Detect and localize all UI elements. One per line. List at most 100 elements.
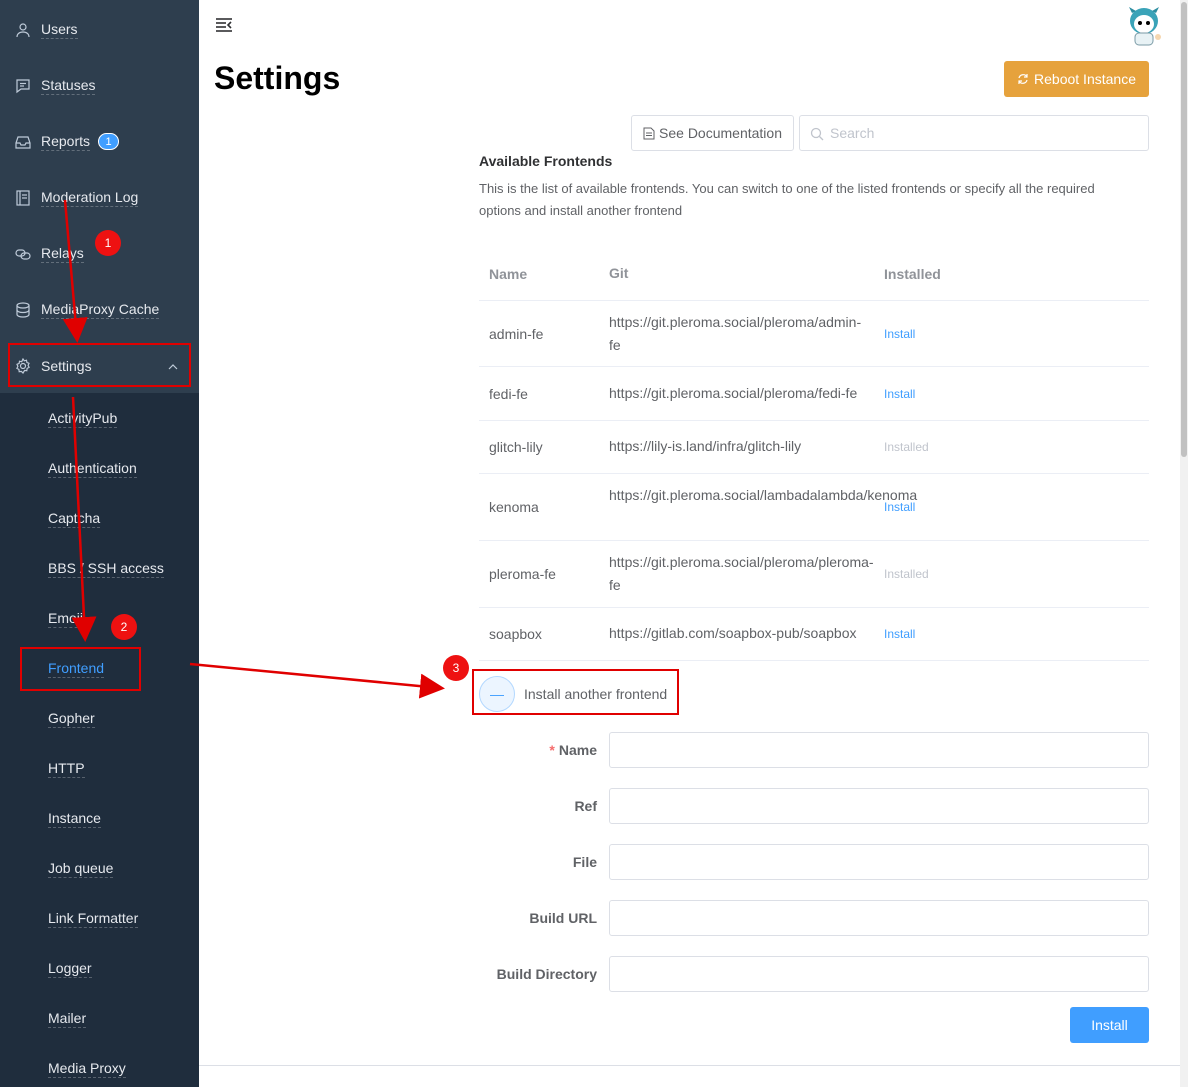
install-another-frontend-label[interactable]: Install another frontend (524, 686, 667, 702)
sidebar-item-settings[interactable]: Settings (0, 338, 199, 394)
install-link[interactable]: Install (884, 327, 915, 341)
submenu-item-label: Instance (48, 810, 101, 828)
name-input[interactable] (609, 732, 1149, 768)
sidebar-item-label: Moderation Log (41, 189, 139, 207)
column-header-name: Name (489, 266, 528, 282)
frontend-git: https://git.pleroma.social/pleroma/admin… (609, 314, 862, 353)
sidebar-item-statuses[interactable]: Statuses (0, 58, 199, 114)
file-input[interactable] (609, 844, 1149, 880)
install-link[interactable]: Install (884, 627, 915, 641)
see-documentation-button[interactable]: See Documentation (631, 115, 794, 151)
gear-icon (15, 358, 31, 374)
submenu-item-bbs-ssh[interactable]: BBS / SSH access (0, 544, 199, 594)
sidebar-item-mediaproxy-cache[interactable]: MediaProxy Cache (0, 282, 199, 338)
column-header-installed: Installed (884, 266, 941, 282)
submenu-item-label: Frontend (48, 660, 105, 678)
database-icon (15, 302, 31, 318)
submenu-item-link-formatter[interactable]: Link Formatter (0, 894, 199, 944)
name-field-label: * Name (549, 742, 597, 758)
search-field[interactable] (799, 115, 1149, 151)
inbox-icon (15, 134, 31, 150)
sidebar-item-label: Settings (41, 357, 92, 374)
install-button[interactable]: Install (1070, 1007, 1149, 1043)
submenu-item-captcha[interactable]: Captcha (0, 494, 199, 544)
sidebar-item-users[interactable]: Users (0, 2, 199, 58)
minus-icon: — (490, 686, 504, 702)
submenu-item-job-queue[interactable]: Job queue (0, 844, 199, 894)
sidebar-item-label: Statuses (41, 77, 96, 95)
build-url-input[interactable] (609, 900, 1149, 936)
menu-fold-icon[interactable] (215, 17, 233, 33)
refresh-icon (1018, 74, 1028, 84)
submenu-item-label: Captcha (48, 510, 101, 528)
submenu-item-label: Link Formatter (48, 910, 139, 928)
frontend-name: glitch-lily (489, 439, 543, 455)
page-title: Settings (214, 60, 341, 96)
reboot-instance-label: Reboot Instance (1034, 71, 1136, 87)
table-row: admin-fe https://git.pleroma.social/pler… (479, 301, 1149, 367)
frontend-git: https://git.pleroma.social/lambadalambda… (609, 487, 918, 503)
install-link[interactable]: Install (884, 500, 915, 514)
submenu-item-label: Logger (48, 960, 92, 978)
build-directory-input[interactable] (609, 956, 1149, 992)
notebook-icon (15, 190, 31, 206)
connection-icon (15, 246, 31, 262)
frontend-name: admin-fe (489, 326, 544, 342)
submenu-item-label: Media Proxy (48, 1060, 126, 1078)
build-directory-field-label: Build Directory (496, 966, 597, 982)
submenu-item-label: Emoji (48, 610, 84, 628)
see-documentation-label: See Documentation (659, 125, 782, 141)
submenu-item-instance[interactable]: Instance (0, 794, 199, 844)
installed-status: Installed (884, 567, 929, 581)
divider (199, 1065, 1180, 1066)
section-description: This is the list of available frontends.… (479, 181, 1095, 218)
submenu-item-gopher[interactable]: Gopher (0, 694, 199, 744)
submenu-item-http[interactable]: HTTP (0, 744, 199, 794)
table-row: fedi-fe https://git.pleroma.social/plero… (479, 367, 1149, 421)
submenu-item-label: Gopher (48, 710, 95, 728)
submenu-item-logger[interactable]: Logger (0, 944, 199, 994)
submenu-item-label: Authentication (48, 460, 137, 478)
submenu-item-activitypub[interactable]: ActivityPub (0, 394, 199, 444)
column-header-git: Git (609, 265, 629, 281)
avatar[interactable] (1122, 5, 1166, 49)
submenu-item-label: Job queue (48, 860, 114, 878)
sidebar-item-label: Reports (41, 133, 91, 151)
sidebar-item-label: Relays (41, 245, 84, 263)
submenu-item-authentication[interactable]: Authentication (0, 444, 199, 494)
frontend-name: fedi-fe (489, 386, 528, 402)
frontend-git: https://git.pleroma.social/pleroma/plero… (609, 554, 874, 593)
scrollbar-thumb[interactable] (1181, 2, 1187, 457)
submenu-item-emoji[interactable]: Emoji (0, 594, 199, 644)
sidebar-item-reports[interactable]: Reports 1 (0, 114, 199, 170)
build-url-field-label: Build URL (529, 910, 597, 926)
submenu-item-label: HTTP (48, 760, 85, 778)
user-icon (15, 22, 31, 38)
install-link[interactable]: Install (884, 387, 915, 401)
ref-input[interactable] (609, 788, 1149, 824)
required-mark: * (549, 742, 555, 758)
submenu-item-media-proxy[interactable]: Media Proxy (0, 1044, 199, 1087)
frontend-name: soapbox (489, 626, 542, 642)
settings-submenu: ActivityPub Authentication Captcha BBS /… (0, 393, 199, 1087)
ref-field-label: Ref (574, 798, 597, 814)
submenu-item-mailer[interactable]: Mailer (0, 994, 199, 1044)
sidebar: Users Statuses Reports 1 Moderation Log … (0, 0, 199, 1087)
document-icon (643, 127, 655, 139)
collapse-install-form-button[interactable]: — (479, 676, 515, 712)
submenu-item-frontend[interactable]: Frontend (0, 644, 199, 694)
search-input[interactable] (830, 125, 1130, 141)
sidebar-item-relays[interactable]: Relays (0, 226, 199, 282)
frontend-name: kenoma (489, 499, 539, 515)
sidebar-item-moderation-log[interactable]: Moderation Log (0, 170, 199, 226)
chat-icon (15, 78, 31, 94)
table-row: pleroma-fe https://git.pleroma.social/pl… (479, 541, 1149, 608)
table-row: glitch-lily https://lily-is.land/infra/g… (479, 421, 1149, 474)
frontend-name: pleroma-fe (489, 566, 556, 582)
table-row: kenoma https://git.pleroma.social/lambad… (479, 474, 1149, 541)
reboot-instance-button[interactable]: Reboot Instance (1004, 61, 1149, 97)
reports-count-badge: 1 (98, 133, 119, 150)
frontend-git: https://gitlab.com/soapbox-pub/soapbox (609, 625, 857, 641)
submenu-item-label: Mailer (48, 1010, 87, 1028)
search-icon (810, 127, 824, 141)
